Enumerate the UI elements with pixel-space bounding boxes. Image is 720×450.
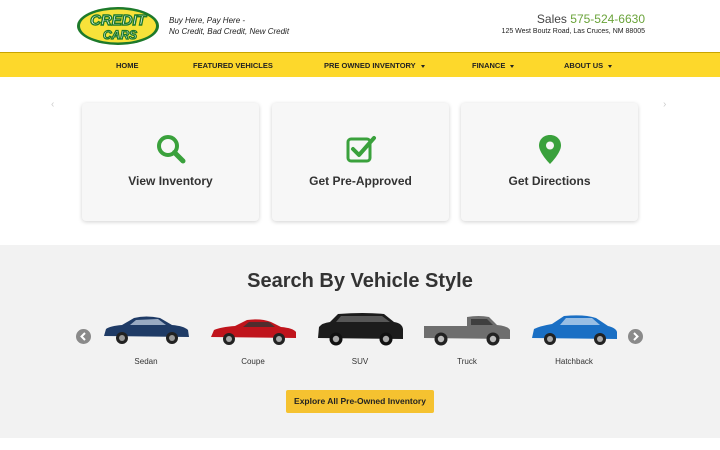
vehicle-carousel-prev-icon[interactable] bbox=[76, 329, 91, 344]
tagline-line-1: Buy Here, Pay Here - bbox=[169, 16, 246, 25]
nav-featured-vehicles-label: Featured Vehicles bbox=[193, 61, 273, 70]
vehicle-style-hatchback[interactable]: Hatchback bbox=[524, 308, 624, 370]
get-pre-approved-label: Get Pre-Approved bbox=[309, 174, 412, 188]
map-pin-icon bbox=[461, 133, 638, 165]
carousel-prev-icon[interactable]: ‹ bbox=[51, 99, 54, 110]
main-nav: Home Featured Vehicles Pre Owned Invento… bbox=[0, 52, 720, 77]
nav-featured-vehicles[interactable]: Featured Vehicles bbox=[193, 53, 273, 78]
sedan-icon bbox=[104, 316, 189, 344]
carousel-next-icon[interactable]: › bbox=[663, 99, 666, 110]
sales-label: Sales bbox=[536, 12, 567, 26]
vehicle-style-title: Search By Vehicle Style bbox=[247, 270, 473, 292]
nav-pre-owned-inventory-label: Pre Owned Inventory bbox=[324, 61, 416, 70]
vehicle-style-truck[interactable]: Truck bbox=[417, 308, 517, 370]
vehicle-style-coupe-label: Coupe bbox=[241, 357, 265, 366]
nav-about-us-label: About Us bbox=[564, 61, 604, 70]
credit-cars-logo[interactable]: CREDIT CARS bbox=[76, 6, 160, 46]
nav-home-label: Home bbox=[116, 61, 139, 70]
vehicle-style-hatchback-label: Hatchback bbox=[555, 357, 593, 366]
truck-icon bbox=[424, 316, 510, 346]
suv-icon bbox=[318, 313, 403, 346]
tagline: Buy Here, Pay Here - No Credit, Bad Cred… bbox=[169, 15, 289, 37]
site-header: CREDIT CARS Buy Here, Pay Here - No Cred… bbox=[0, 0, 720, 52]
coupe-icon bbox=[211, 319, 296, 345]
page-footer-edge bbox=[0, 438, 720, 450]
nav-about-us[interactable]: About Us bbox=[564, 53, 613, 78]
sales-contact: Sales 575-524-6630 bbox=[537, 12, 645, 26]
vehicle-carousel-next-icon[interactable] bbox=[628, 329, 643, 344]
vehicle-style-suv-label: SUV bbox=[351, 357, 369, 366]
vehicle-style-sedan[interactable]: Sedan bbox=[96, 308, 196, 370]
explore-inventory-button[interactable]: Explore All Pre-Owned Inventory bbox=[286, 390, 434, 413]
tagline-line-2: No Credit, Bad Credit, New Credit bbox=[169, 27, 290, 36]
nav-home[interactable]: Home bbox=[116, 53, 139, 78]
hatchback-icon bbox=[532, 315, 617, 345]
search-icon bbox=[82, 133, 259, 165]
svg-text:CREDIT: CREDIT bbox=[90, 12, 148, 29]
vehicle-style-suv[interactable]: SUV bbox=[310, 308, 410, 370]
svg-text:CARS: CARS bbox=[103, 28, 137, 42]
get-pre-approved-card[interactable]: Get Pre-Approved bbox=[272, 103, 449, 221]
nav-finance-label: Finance bbox=[472, 61, 506, 70]
sales-phone-link[interactable]: 575-524-6630 bbox=[570, 12, 645, 26]
dealer-address[interactable]: 125 West Boutz Road, Las Cruces, NM 8800… bbox=[502, 28, 645, 35]
vehicle-style-truck-label: Truck bbox=[457, 357, 477, 366]
get-directions-card[interactable]: Get Directions bbox=[461, 103, 638, 221]
chevron-down-icon bbox=[420, 64, 425, 68]
view-inventory-label: View Inventory bbox=[128, 174, 213, 188]
chevron-down-icon bbox=[608, 64, 613, 68]
vehicle-style-coupe[interactable]: Coupe bbox=[203, 308, 303, 370]
chevron-down-icon bbox=[510, 64, 515, 68]
nav-finance[interactable]: Finance bbox=[472, 53, 515, 78]
checkbox-icon bbox=[272, 133, 449, 165]
nav-pre-owned-inventory[interactable]: Pre Owned Inventory bbox=[324, 53, 425, 78]
get-directions-label: Get Directions bbox=[508, 174, 591, 188]
view-inventory-card[interactable]: View Inventory bbox=[82, 103, 259, 221]
vehicle-style-sedan-label: Sedan bbox=[134, 357, 158, 366]
